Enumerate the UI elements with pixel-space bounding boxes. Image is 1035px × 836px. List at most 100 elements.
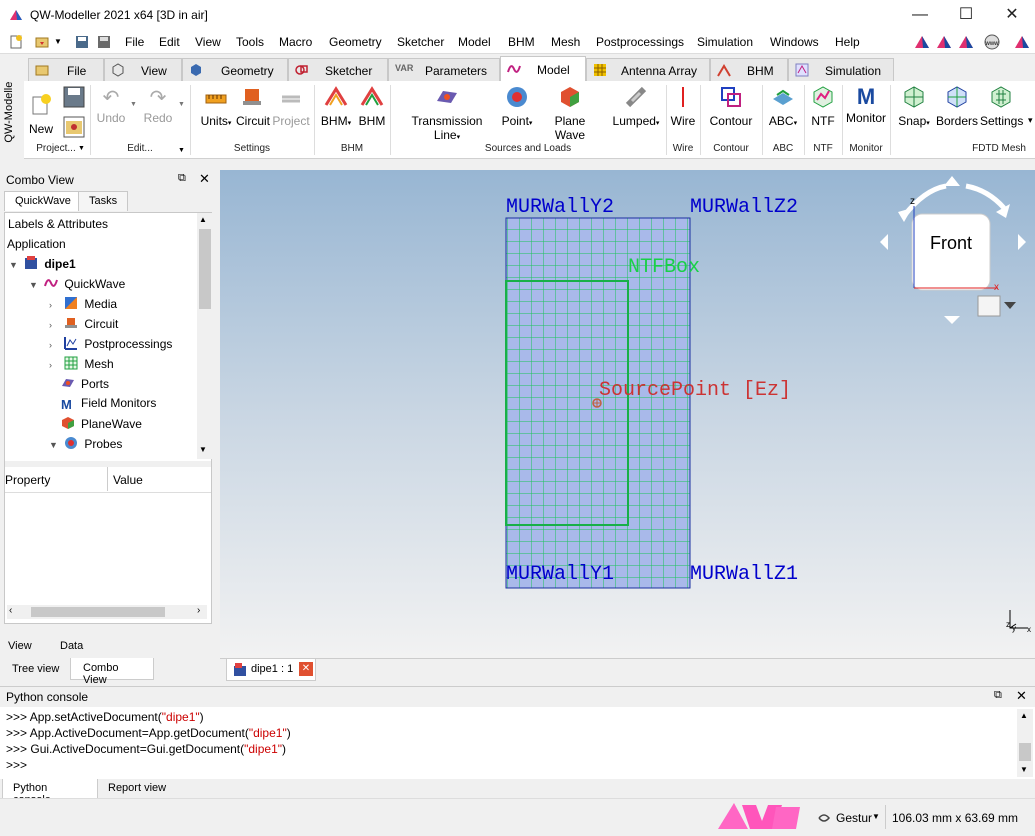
point-button[interactable]: Point▾ [500,85,534,128]
abc-button[interactable]: ABC▾ [766,85,800,128]
circuit-button[interactable]: Circuit [236,85,270,128]
expand-icon[interactable]: › [49,360,61,370]
navicube-left-arrow-icon[interactable] [880,234,888,250]
collapse-icon[interactable]: ▼ [49,440,61,450]
3d-viewport[interactable]: MURWallY2 MURWallZ2 NTFBox SourcePoint [… [220,170,1035,658]
menu-model[interactable]: Model [458,35,491,49]
project-group-dropdown-icon[interactable]: ▼ [78,145,85,152]
scroll-down-icon[interactable]: ▼ [199,445,207,454]
tree-quickwave[interactable]: ▼ QuickWave [29,276,125,291]
tab-report-view[interactable]: Report view [100,779,180,797]
view-menu-cube-icon[interactable] [977,295,1001,317]
label-murwall-y2[interactable]: MURWallY2 [506,196,614,219]
float-panel-icon[interactable]: ⧉ [178,172,186,185]
menu-edit[interactable]: Edit [159,35,180,49]
subtab-view[interactable]: View [8,640,32,652]
snap-button[interactable]: Snap▾ [896,85,932,128]
lumped-button[interactable]: Lumped▾ [612,85,660,128]
menu-sketcher[interactable]: Sketcher [397,35,444,49]
ntf-button[interactable]: NTF [808,85,838,128]
qw-simulator-icon[interactable] [958,34,974,50]
save-icon[interactable] [74,34,90,50]
label-murwall-z1[interactable]: MURWallZ1 [690,563,798,586]
navigation-dropdown-icon[interactable]: ▼ [872,812,880,821]
tab-tasks[interactable]: Tasks [78,191,129,211]
contour-button[interactable]: Contour [706,85,756,128]
open-doc-icon[interactable] [34,34,50,50]
wire-button[interactable]: Wire [670,85,696,128]
quickwave-logo-icon[interactable] [914,34,930,50]
open-icon[interactable] [62,115,86,139]
project-button[interactable]: Project [272,85,310,128]
navigation-style[interactable]: Gestur [836,811,872,825]
subtab-data[interactable]: Data [60,640,83,652]
menu-simulation[interactable]: Simulation [697,35,753,49]
minimize-button[interactable]: — [897,0,943,30]
float-console-icon[interactable]: ⧉ [994,689,1002,702]
menu-view[interactable]: View [195,35,221,49]
mesh-settings-button[interactable]: Settings [980,85,1023,128]
tab-model[interactable]: Model [500,56,586,81]
menu-postprocessings[interactable]: Postprocessings [596,35,684,49]
save-icon[interactable] [62,85,86,109]
menu-bhm[interactable]: BHM [508,35,535,49]
tree-item-ports[interactable]: Ports [61,376,109,391]
label-murwall-z2[interactable]: MURWallZ2 [690,196,798,219]
menu-mesh[interactable]: Mesh [551,35,580,49]
tab-parameters[interactable]: VAR Parameters [388,58,500,81]
menu-file[interactable]: File [125,35,144,49]
group-edit[interactable]: Edit... [90,143,190,154]
help-book-icon[interactable] [1014,34,1030,50]
navicube[interactable] [874,174,1034,334]
navicube-up-arrow-icon[interactable] [944,176,960,186]
property-hscrollbar[interactable]: ‹ › [7,605,207,619]
redo-button[interactable]: ↷ Redo [142,85,174,125]
undo-dropdown-icon[interactable]: ▼ [130,101,137,108]
tab-antenna-array[interactable]: Antenna Array [586,58,710,81]
tab-file[interactable]: File [28,58,104,81]
menu-windows[interactable]: Windows [770,35,819,49]
menu-macro[interactable]: Macro [279,35,312,49]
edit-group-dropdown-icon[interactable]: ▼ [178,147,185,154]
tree-scrollbar[interactable]: ▲ ▼ [197,213,213,459]
tab-simulation[interactable]: Simulation [788,58,894,81]
transmission-line-button[interactable]: Transmission Line▾ [400,85,494,142]
tab-quickwave[interactable]: QuickWave [4,191,82,211]
close-console-icon[interactable]: ✕ [1016,688,1027,704]
bhm-button[interactable]: BHM [358,85,386,128]
scroll-thumb[interactable] [1019,743,1031,761]
menu-geometry[interactable]: Geometry [329,35,382,49]
scroll-up-icon[interactable]: ▲ [199,215,207,224]
units-button[interactable]: Units▾ [198,85,234,128]
maximize-button[interactable]: ☐ [943,0,989,30]
tab-bhm[interactable]: BHM [710,58,788,81]
tab-combo-view[interactable]: Combo View [70,658,154,686]
new-doc-icon[interactable] [8,34,24,50]
tree-item-probes[interactable]: ▼ Probes [49,436,122,451]
collapse-icon[interactable]: ▼ [29,280,41,290]
monitor-button[interactable]: M Monitor [844,85,888,126]
tree-item-field-monitors[interactable]: M Field Monitors [61,396,156,412]
label-murwall-y1[interactable]: MURWallY1 [506,563,614,586]
close-window-button[interactable]: ✕ [989,0,1035,30]
menu-tools[interactable]: Tools [236,35,264,49]
scroll-up-icon[interactable]: ▲ [1020,711,1028,720]
tree-document-dipe1[interactable]: ▼ dipe1 [9,256,76,271]
navicube-down-arrow-icon[interactable] [944,316,960,324]
label-ntfbox[interactable]: NTFBox [628,256,700,279]
tab-view[interactable]: View [104,58,182,81]
rotate-right-arrow-icon[interactable] [965,183,1006,210]
scroll-right-icon[interactable]: › [197,605,200,616]
expand-icon[interactable]: › [49,340,61,350]
console-output[interactable]: >>> App.setActiveDocument("dipe1") >>> A… [6,709,291,773]
doc-tab-dipe1[interactable]: dipe1 : 1 ✕ [226,659,316,681]
qw-editor-icon[interactable] [936,34,952,50]
ribbon-overflow-icon[interactable]: ▾ [1028,115,1033,126]
tree-item-media[interactable]: › Media [49,296,117,311]
tree-item-circuit[interactable]: › Circuit [49,316,118,331]
tab-tree-view[interactable]: Tree view [4,660,70,680]
tree-item-planewave[interactable]: PlaneWave [61,416,142,431]
www-icon[interactable]: www [984,34,1000,50]
scroll-thumb[interactable] [31,607,165,617]
new-button[interactable]: New [28,85,54,136]
